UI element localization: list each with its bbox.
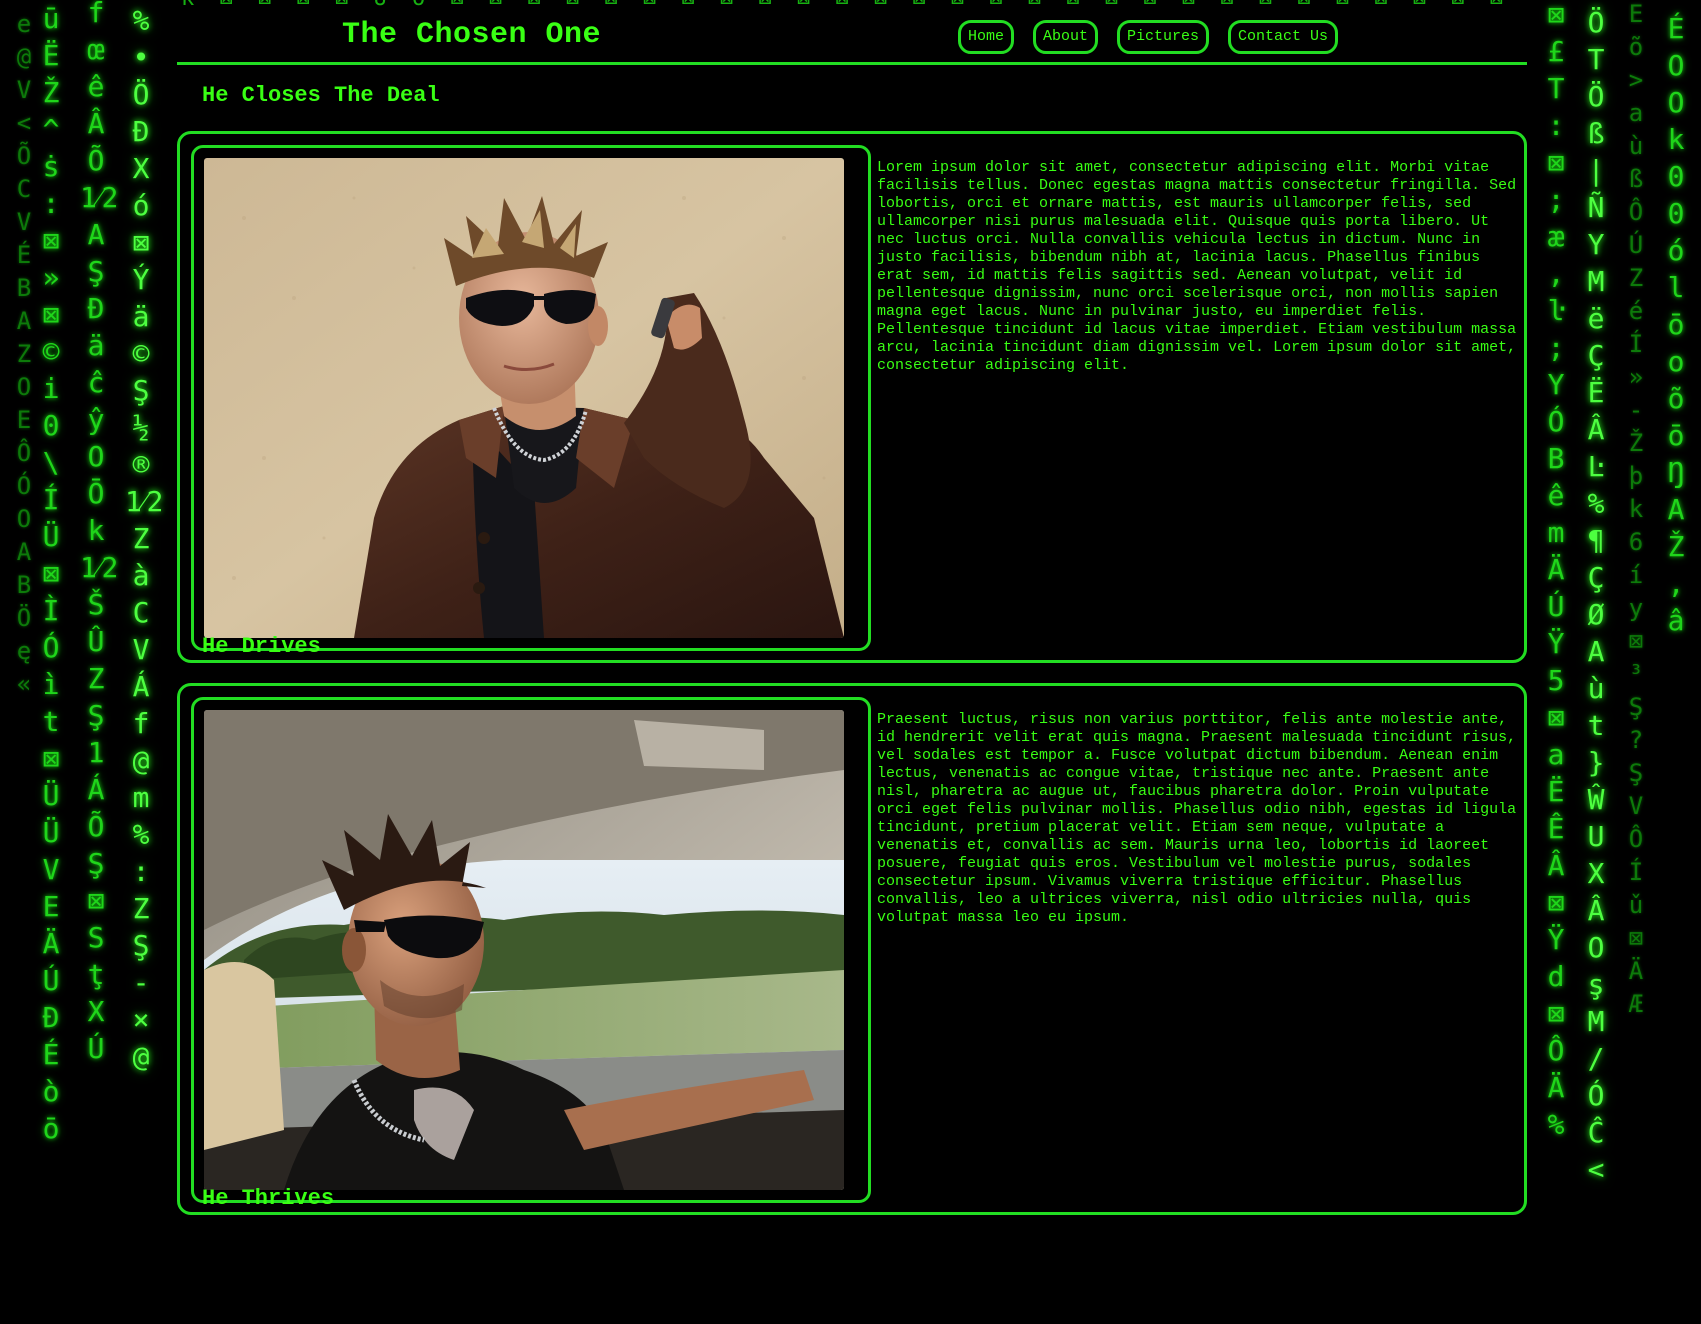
matrix-rain-top-strip: k ⊠ ⊠ ⊠ ⊠ Ü ó ⊠ ⊠ ⊠ ⊠ ⊠ ⊠ ⊠ ⊠ ⊠ ⊠ ⊠ ⊠ ⊠ …	[177, 0, 1528, 10]
matrix-rain-left: ū Ë Ž ^ ṡ : ⊠ » ⊠ © i 0 \ Í Ü ⊠ Ì Ó ì t …	[0, 0, 177, 1324]
site-title[interactable]: The Chosen One	[342, 18, 601, 52]
rain-column: ⊠ £ T : ⊠ ; æ , ŀ ; Y Ó B ê m Ä Ú Ÿ 5 ⊠ …	[1547, 0, 1565, 1141]
photo-frame	[191, 145, 871, 651]
section-body-text: Lorem ipsum dolor sit amet, consectetur …	[877, 159, 1517, 374]
photo-man-driving-image	[204, 710, 844, 1190]
rain-column: É O O k 0 0 ó l ō o õ ō Ŋ A Ž , â	[1667, 12, 1685, 637]
rain-column: E õ > a ù ß Ô Ú Z é Í » - Ž þ k 6 í y ⊠ …	[1628, 0, 1644, 1018]
site-header: The Chosen One Home About Pictures Conta…	[177, 10, 1527, 65]
rain-column: % • Ö Đ X ó ⊠ Ý ä © Ş ½ ® 1⁄2 Z à C V Á …	[125, 4, 164, 1073]
section-body-text: Praesent luctus, risus non varius portti…	[877, 711, 1517, 926]
rain-column: Ö T Ö ß | Ñ Y M ë Ç Ë Â Ŀ % ¶ Ç Ø A ù t …	[1587, 6, 1605, 1186]
content-card: Praesent luctus, risus non varius portti…	[177, 683, 1527, 1215]
section-heading: He Thrives	[202, 1186, 335, 1211]
photo-man-on-phone-image	[204, 158, 844, 638]
rain-column: e @ V < Õ C V É B A Z O E Ô Ó O A B Ö ę …	[16, 10, 32, 698]
nav-pictures-button[interactable]: Pictures	[1117, 20, 1210, 54]
main-page: The Chosen One Home About Pictures Conta…	[177, 10, 1528, 1324]
nav-home-button[interactable]: Home	[958, 20, 1015, 54]
rain-column: f œ ê Â Õ 1⁄2 A Ş Đ ä ĉ ŷ O Ō k 1⁄2 Š Û …	[80, 0, 119, 1065]
photo-man-driving	[204, 710, 844, 1190]
nav-about-button[interactable]: About	[1033, 20, 1099, 54]
photo-man-on-phone	[204, 158, 844, 638]
matrix-rain-right: ⊠ £ T : ⊠ ; æ , ŀ ; Y Ó B ê m Ä Ú Ÿ 5 ⊠ …	[1528, 0, 1701, 1324]
photo-frame	[191, 697, 871, 1203]
nav-contact-button[interactable]: Contact Us	[1228, 20, 1339, 54]
section-heading: He Closes The Deal	[202, 83, 440, 108]
section-heading: He Drives	[202, 634, 321, 659]
content-card: Lorem ipsum dolor sit amet, consectetur …	[177, 131, 1527, 663]
main-nav: Home About Pictures Contact Us	[958, 20, 1339, 54]
